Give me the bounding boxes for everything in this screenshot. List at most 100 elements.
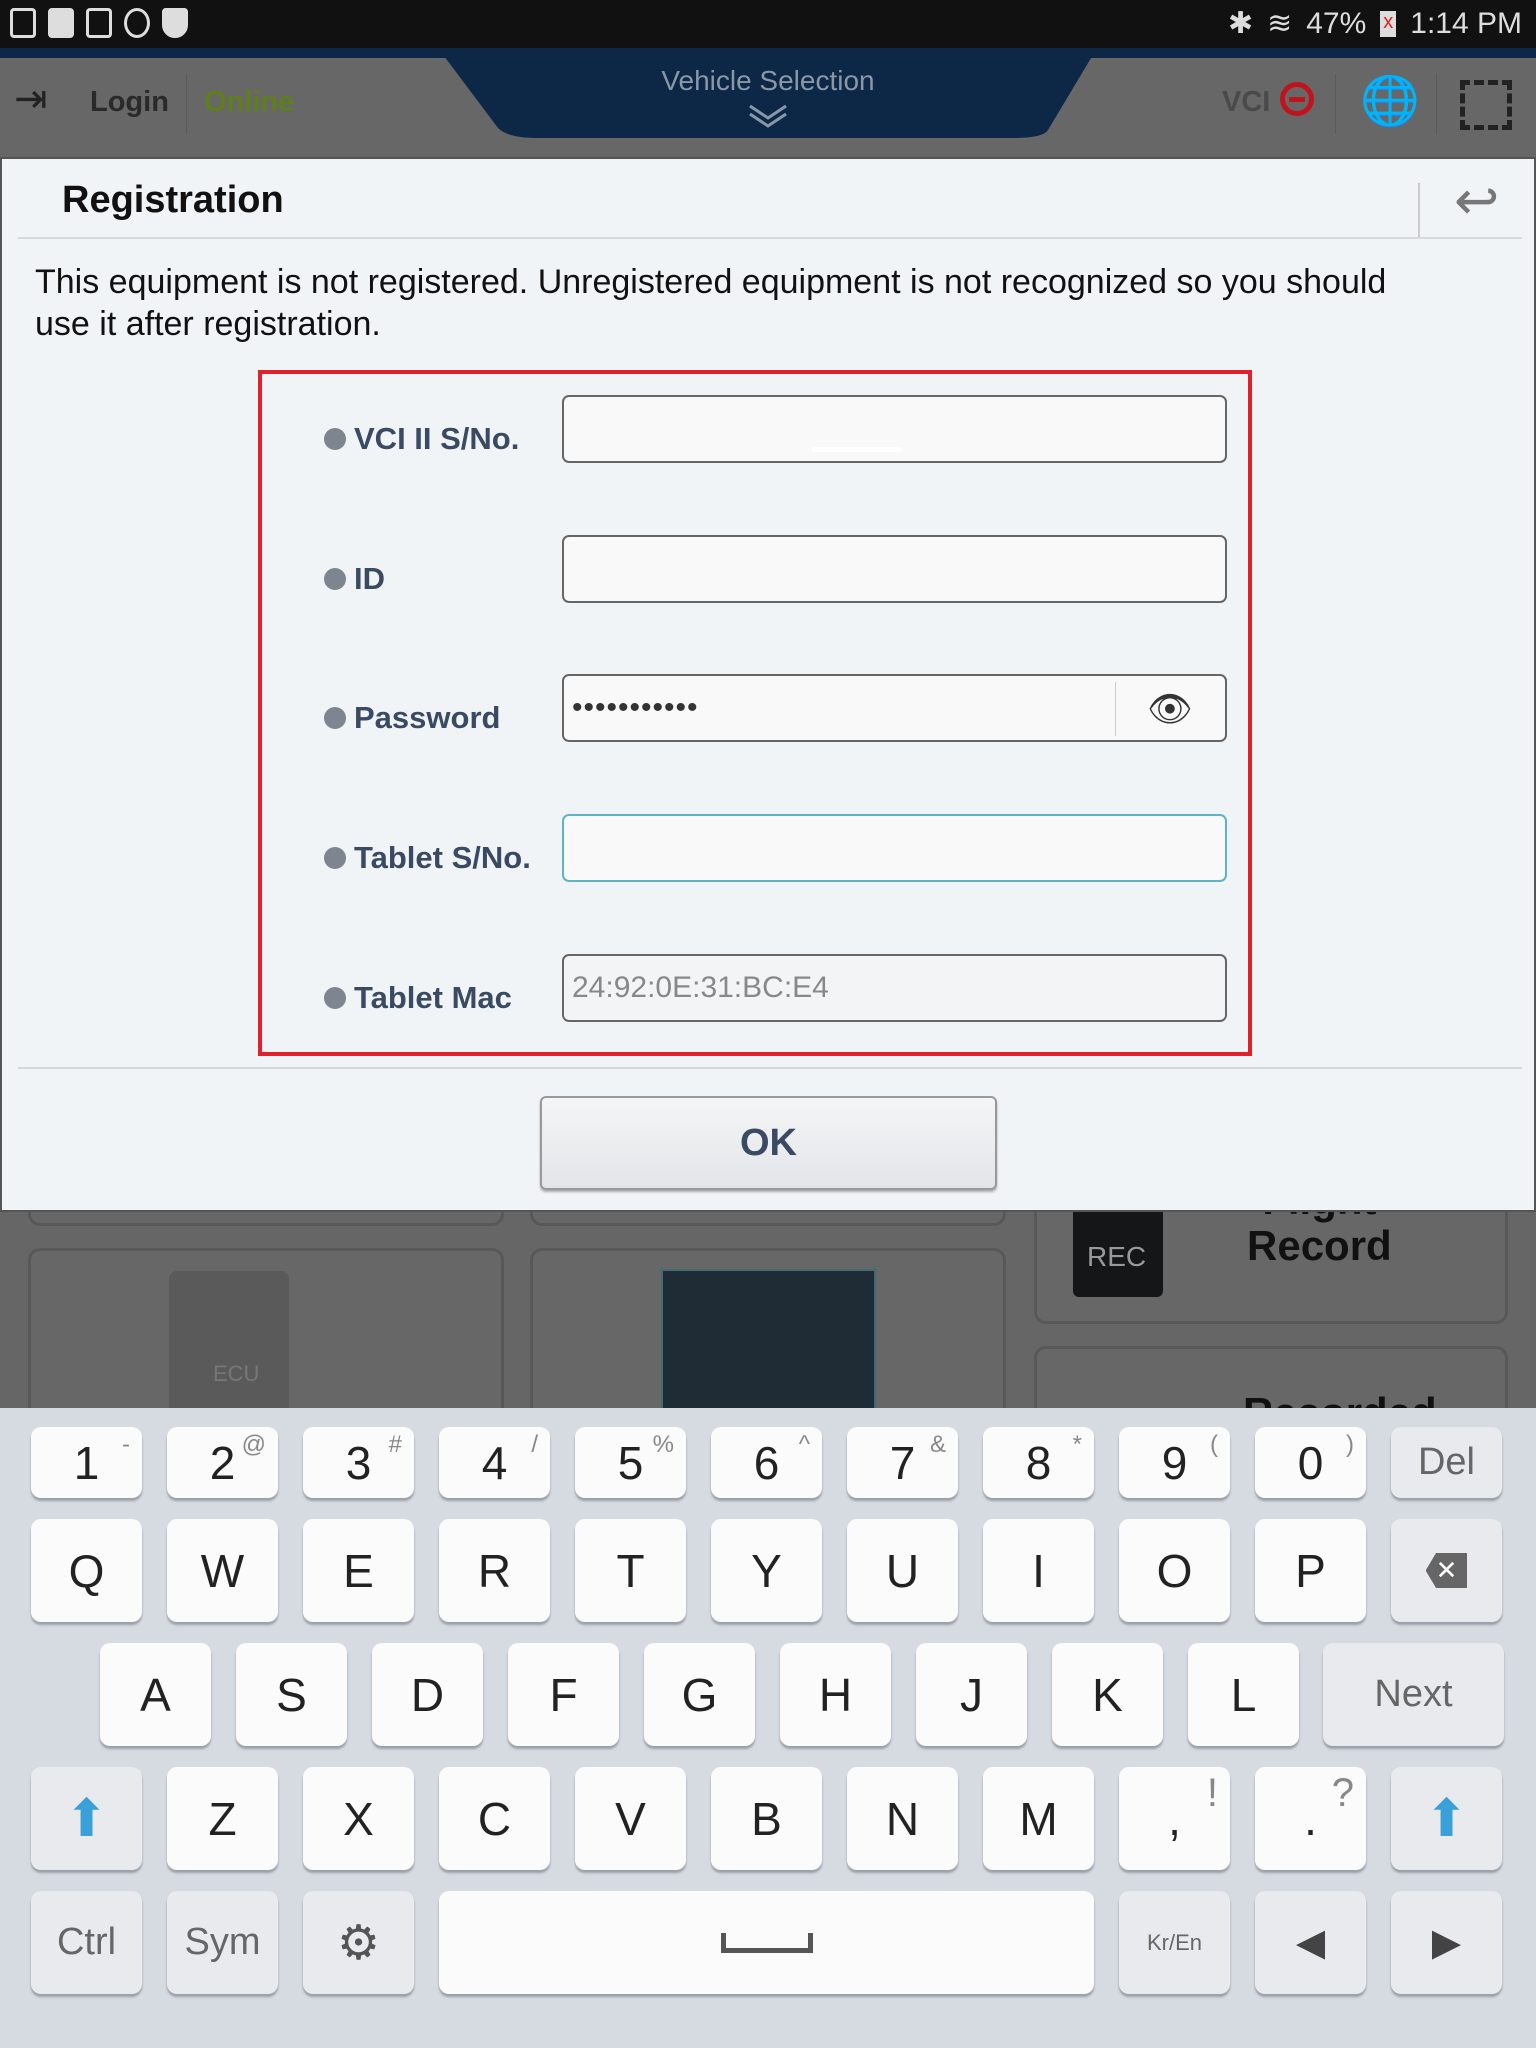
key-label: Q xyxy=(68,1544,105,1597)
key-r[interactable]: R xyxy=(439,1519,550,1622)
key-label: I xyxy=(1032,1544,1045,1597)
right-arrow-key[interactable]: ▶ xyxy=(1391,1891,1502,1994)
sym-key[interactable]: Sym xyxy=(167,1891,278,1994)
vci-serial-label: VCI II S/No. xyxy=(324,421,519,457)
language-key[interactable]: Kr/En xyxy=(1119,1891,1230,1994)
vci-label: VCI xyxy=(1222,86,1271,118)
backspace-key[interactable]: ✕ xyxy=(1391,1519,1502,1622)
key-label: Sym xyxy=(184,1921,261,1963)
id-input[interactable] xyxy=(562,535,1227,603)
key-g[interactable]: G xyxy=(644,1643,755,1746)
dialog-title: Registration xyxy=(62,179,284,221)
flight-record-card[interactable]: REC FlightRecord xyxy=(1034,1177,1508,1324)
left-arrow-key[interactable]: ◀ xyxy=(1255,1891,1366,1994)
field-label: VCI II S/No. xyxy=(354,421,520,456)
key-label: . xyxy=(1304,1792,1317,1845)
key-3[interactable]: 3 # xyxy=(303,1427,414,1498)
key-label: T xyxy=(616,1544,645,1597)
key-label: S xyxy=(276,1668,307,1721)
key-z[interactable]: Z xyxy=(167,1767,278,1870)
key-q[interactable]: Q xyxy=(31,1519,142,1622)
key-c[interactable]: C xyxy=(439,1767,550,1870)
key-0[interactable]: 0) xyxy=(1255,1427,1366,1498)
key-n[interactable]: N xyxy=(847,1767,958,1870)
key-h[interactable]: H xyxy=(780,1643,891,1746)
key-u[interactable]: U xyxy=(847,1519,958,1622)
login-icon[interactable]: ⇥ xyxy=(14,76,48,122)
key-f[interactable]: F xyxy=(508,1643,619,1746)
key-t[interactable]: T xyxy=(575,1519,686,1622)
space-key[interactable] xyxy=(439,1891,1094,1994)
next-key[interactable]: Next xyxy=(1323,1643,1504,1746)
key-8[interactable]: 8 * xyxy=(983,1427,1094,1498)
bullet-icon xyxy=(324,428,346,450)
password-input[interactable]: ••••••••••• 👁 xyxy=(562,674,1227,742)
key-b[interactable]: B xyxy=(711,1767,822,1870)
fullscreen-icon[interactable] xyxy=(1460,80,1512,130)
key-6[interactable]: 6 ^ xyxy=(711,1427,822,1498)
period-key[interactable]: .? xyxy=(1255,1767,1366,1870)
shift-key-left[interactable]: ⬆ xyxy=(31,1767,142,1870)
back-icon[interactable]: ↩ xyxy=(1454,169,1499,232)
key-i[interactable]: I xyxy=(983,1519,1094,1622)
online-status: Online xyxy=(204,86,295,118)
battery-level: 47% xyxy=(1306,6,1367,40)
key-y[interactable]: Y xyxy=(711,1519,822,1622)
key-4[interactable]: 4/ xyxy=(439,1427,550,1498)
tablet-mac-input[interactable]: 24:92:0E:31:BC:E4 xyxy=(562,954,1227,1022)
password-label: Password xyxy=(324,700,500,736)
divider xyxy=(1335,74,1336,134)
key-j[interactable]: J xyxy=(916,1643,1027,1746)
ok-button[interactable]: OK xyxy=(540,1096,997,1190)
key-label: A xyxy=(140,1668,171,1721)
gallery-icon xyxy=(86,8,112,38)
divider xyxy=(186,74,187,134)
key-s[interactable]: S xyxy=(236,1643,347,1746)
key-label: D xyxy=(410,1668,445,1721)
key-k[interactable]: K xyxy=(1052,1643,1163,1746)
login-button[interactable]: Login xyxy=(90,86,169,119)
arrow-right-icon: ▶ xyxy=(1431,1922,1462,1964)
key-5[interactable]: 5% xyxy=(575,1427,686,1498)
delete-key[interactable]: Del xyxy=(1391,1427,1502,1498)
clock: 1:14 PM xyxy=(1410,6,1522,40)
show-password-eye-icon[interactable]: 👁 xyxy=(1115,682,1225,736)
key-l[interactable]: L xyxy=(1188,1643,1299,1746)
key-alt-label: ) xyxy=(1346,1431,1354,1458)
bullet-icon xyxy=(324,568,346,590)
key-label: 1 xyxy=(73,1436,100,1489)
rec-icon: REC xyxy=(1073,1203,1163,1297)
key-alt-label: * xyxy=(1072,1431,1082,1458)
vehicle-selection-tab[interactable]: Vehicle Selection xyxy=(438,48,1097,138)
comma-key[interactable]: ,! xyxy=(1119,1767,1230,1870)
settings-key[interactable]: ⚙ xyxy=(303,1891,414,1994)
download-globe-icon[interactable]: 🌐 xyxy=(1360,72,1420,129)
key-alt-label: # xyxy=(388,1431,402,1458)
key-7[interactable]: 7 & xyxy=(847,1427,958,1498)
key-label: , xyxy=(1168,1792,1181,1845)
key-9[interactable]: 9( xyxy=(1119,1427,1230,1498)
key-label: L xyxy=(1230,1668,1257,1721)
key-d[interactable]: D xyxy=(372,1643,483,1746)
status-bar: ✱ ≋ 47% x 1:14 PM xyxy=(0,0,1536,48)
key-label: U xyxy=(885,1544,920,1597)
wifi-icon: ≋ xyxy=(1267,7,1293,40)
key-2[interactable]: 2 @ xyxy=(167,1427,278,1498)
ctrl-key[interactable]: Ctrl xyxy=(31,1891,142,1994)
divider xyxy=(18,237,1522,239)
key-m[interactable]: M xyxy=(983,1767,1094,1870)
key-v[interactable]: V xyxy=(575,1767,686,1870)
key-1[interactable]: 1- xyxy=(31,1427,142,1498)
key-x[interactable]: X xyxy=(303,1767,414,1870)
key-alt-label: & xyxy=(929,1431,946,1458)
shift-key-right[interactable]: ⬆ xyxy=(1391,1767,1502,1870)
key-p[interactable]: P xyxy=(1255,1519,1366,1622)
key-label: X xyxy=(343,1792,374,1845)
key-a[interactable]: A xyxy=(100,1643,211,1746)
key-e[interactable]: E xyxy=(303,1519,414,1622)
key-label: M xyxy=(1019,1792,1058,1845)
vci-serial-input[interactable] xyxy=(562,395,1227,463)
tablet-serial-input[interactable] xyxy=(562,814,1227,882)
key-w[interactable]: W xyxy=(167,1519,278,1622)
key-o[interactable]: O xyxy=(1119,1519,1230,1622)
